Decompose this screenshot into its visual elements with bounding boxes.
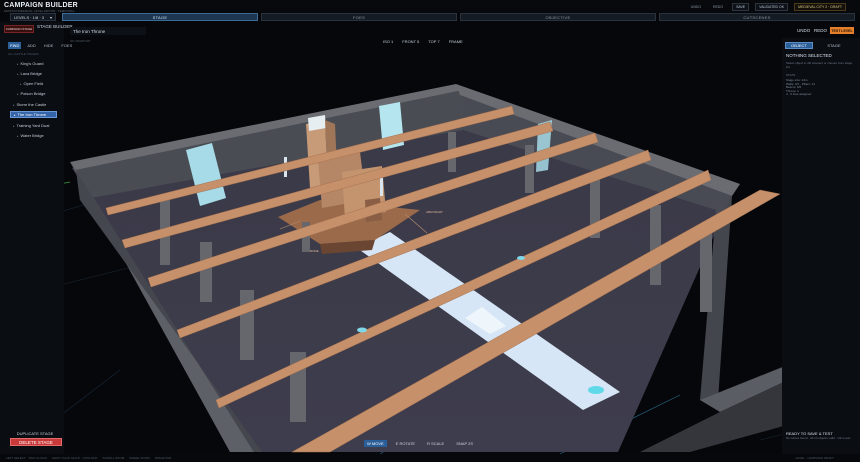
view-top-button[interactable]: TOP 7 — [428, 39, 439, 44]
campaign-stage-pill[interactable]: CAMPAIGN STAGE — [4, 25, 34, 33]
stage-list-item[interactable]: ▸ Storm the Castle — [13, 101, 46, 108]
viewport-3d[interactable]: ARM RIGHT SEAT THRONE — [0, 0, 860, 462]
bullet-icon: ▸ — [17, 91, 19, 96]
redo-button[interactable]: REDO — [814, 28, 827, 33]
bullet-icon: ▸ — [17, 71, 19, 76]
mini-tab-add[interactable]: ADD — [25, 42, 37, 49]
viewport-subtitle: 3D VIEWPORT — [70, 39, 91, 43]
view-buttons: ISO 1 FRONT 5 TOP 7 FRAME — [383, 39, 463, 44]
spawn-marker-1[interactable] — [357, 327, 367, 333]
delete-stage-button[interactable]: DELETE STAGE — [10, 438, 62, 446]
front-right-wall-face — [640, 372, 805, 452]
rotate-tool-button[interactable]: E ROTATE — [393, 440, 418, 447]
bullet-icon: ▸ — [17, 61, 19, 66]
duplicate-stage-button[interactable]: DUPLICATE STAGE — [10, 429, 60, 437]
left-mini-tabs: FIND ADD HIDE FOES — [8, 42, 74, 49]
mini-tab-foes[interactable]: FOES — [59, 42, 74, 49]
ready-status-detail: No issues found · All 14 objects valid ·… — [786, 436, 851, 440]
status-hint: SHIFT CLICK MULTI · CTRL DUP — [52, 456, 98, 460]
snap-toggle[interactable]: SNAP 2S — [453, 440, 476, 447]
stage-name: The Iron Throne — [17, 112, 47, 117]
campaign-builder-app: CAMPAIGN BUILDER FANTASY/MEDIEVAL LEVEL … — [0, 0, 860, 462]
stage-list-item[interactable]: ▸ King's Guard — [17, 60, 44, 67]
stage-list-section-label: ALL CASTLE STAGES — [8, 52, 39, 56]
move-tool-button[interactable]: W MOVE — [364, 440, 387, 447]
stage-name: King's Guard — [20, 61, 44, 66]
selection-description: Select object in 3D viewport or choose f… — [786, 61, 853, 69]
view-iso-button[interactable]: ISO 1 — [383, 39, 393, 44]
status-bar: LEFT SELECT · TWO CLICKS SHIFT CLICK MUL… — [0, 454, 860, 462]
bullet-icon: ▸ — [13, 102, 15, 107]
status-hint: SPACE PAN — [154, 456, 172, 460]
status-hint: LEFT SELECT · TWO CLICKS — [6, 456, 48, 460]
stage-name: Poison Bridge — [20, 91, 46, 96]
stage-name: Open Field — [23, 81, 44, 86]
status-right: LEVEL · CAMPAIGN DRAFT — [795, 456, 834, 460]
test-level-button[interactable]: TEST LEVEL — [830, 27, 854, 34]
stage-name: Storm the Castle — [16, 102, 47, 107]
bullet-icon: ▸ — [13, 123, 15, 128]
undo-button[interactable]: UNDO — [797, 28, 810, 33]
stage-name: Water Bridge — [20, 133, 44, 138]
transform-tools: W MOVE E ROTATE R SCALE SNAP 2S — [364, 440, 476, 447]
mini-tab-hide[interactable]: HIDE — [42, 42, 56, 49]
stage-list-item[interactable]: ▸ Poison Bridge — [17, 90, 45, 97]
status-hint: SCROLL ZOOM — [102, 456, 125, 460]
bullet-icon: ▸ — [14, 112, 16, 117]
stage-list-item[interactable]: ▸ Lava Bridge — [17, 70, 42, 77]
right-panel — [782, 38, 860, 458]
stage-name: Training Yard Dual — [16, 123, 50, 128]
mini-tab-find[interactable]: FIND — [8, 42, 22, 49]
status-hint: WHEEL ZOOM — [129, 456, 150, 460]
view-front-button[interactable]: FRONT 5 — [402, 39, 419, 44]
stats-heading: STATS — [786, 73, 796, 77]
label-arm-right: ARM RIGHT — [426, 210, 443, 214]
stage-list-item[interactable]: ▸ Water Bridge — [17, 132, 44, 139]
tab-object[interactable]: OBJECT — [785, 42, 813, 49]
stats-list: Stage size: 24m Walls: 4/4 · Pillars: 14… — [786, 78, 815, 97]
selection-title: NOTHING SELECTED — [786, 53, 832, 58]
view-frame-button[interactable]: FRAME — [449, 39, 463, 44]
stage-name: Lava Bridge — [20, 71, 42, 76]
stage-builder-label: STAGE BUILDER — [37, 24, 73, 29]
spawn-marker-3[interactable] — [588, 386, 604, 394]
stage-list-item-active[interactable]: ▸ The Iron Throne — [10, 111, 57, 118]
bullet-icon: ▸ — [20, 81, 22, 86]
stage-name-input[interactable]: The Iron Throne — [70, 27, 146, 35]
stat-line: 4 · 0 foes assigned — [786, 92, 812, 97]
stage-list-item[interactable]: ▸ Open Field — [20, 80, 43, 87]
stage-list-item[interactable]: ▸ Training Yard Dual — [13, 122, 49, 129]
tab-stage-props[interactable]: STAGE — [826, 42, 842, 49]
spawn-marker-2[interactable] — [517, 256, 525, 260]
bullet-icon: ▸ — [17, 133, 19, 138]
scale-tool-button[interactable]: R SCALE — [424, 440, 447, 447]
